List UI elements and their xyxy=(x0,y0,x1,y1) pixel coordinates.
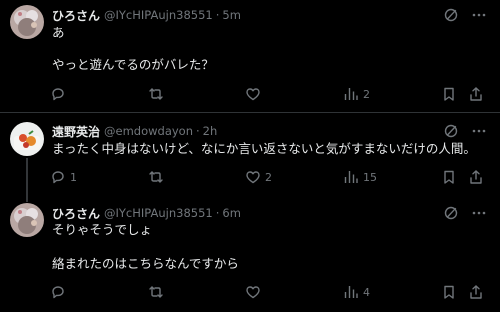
reply-count: 1 xyxy=(70,170,77,184)
share-button[interactable] xyxy=(468,284,484,300)
share-icon xyxy=(470,170,482,184)
avatar[interactable] xyxy=(10,203,44,237)
post-header: 遠野英治 @emdowdayon · 2h xyxy=(52,122,217,140)
post-time[interactable]: 5m xyxy=(222,8,241,22)
post-text-line: 絡まれたのはこちらなんですから xyxy=(52,256,239,271)
like-button[interactable]: 2 xyxy=(245,169,272,185)
author-handle[interactable]: @IYcHIPAujn38551 xyxy=(104,8,213,22)
views-count: 15 xyxy=(363,170,377,184)
share-button[interactable] xyxy=(468,169,484,185)
post-header: ひろさん @IYcHIPAujn38551 · 5m xyxy=(52,6,241,24)
like-icon xyxy=(246,88,260,101)
post-text-line: あ xyxy=(52,25,65,40)
post-3[interactable]: ひろさん @IYcHIPAujn38551 · 6m そりゃそうでしょ 絡まれた… xyxy=(0,201,500,312)
author-name[interactable]: ひろさん xyxy=(52,205,100,222)
post-text-line: まったく中身はないけど、なにか言い返さないと気がすまないだけの人間。 xyxy=(52,141,476,156)
like-count: 2 xyxy=(265,170,272,184)
bookmark-icon xyxy=(444,285,454,299)
separator-dot: · xyxy=(215,8,220,22)
post-2[interactable]: 遠野英治 @emdowdayon · 2h まったく中身はないけど、なにか言い返… xyxy=(0,113,500,201)
action-bar: 1 2 15 xyxy=(50,169,490,185)
reply-icon xyxy=(52,88,64,101)
views-icon xyxy=(344,88,358,100)
grok-icon[interactable] xyxy=(444,206,458,220)
views-button[interactable]: 15 xyxy=(343,169,377,185)
reply-icon xyxy=(52,286,64,299)
post-header: ひろさん @IYcHIPAujn38551 · 6m xyxy=(52,204,241,222)
views-button[interactable]: 2 xyxy=(343,86,370,102)
share-icon xyxy=(470,87,482,101)
retweet-button[interactable] xyxy=(148,86,168,102)
retweet-button[interactable] xyxy=(148,284,168,300)
author-handle[interactable]: @IYcHIPAujn38551 xyxy=(104,206,213,220)
grok-icon[interactable] xyxy=(444,124,458,138)
action-bar: 2 xyxy=(50,86,490,102)
separator-dot: · xyxy=(196,124,200,138)
post-text-line: やっと遊んでるのがバレた？ xyxy=(52,57,214,72)
like-button[interactable] xyxy=(245,284,265,300)
author-name[interactable]: 遠野英治 xyxy=(52,123,100,140)
bookmark-icon xyxy=(444,87,454,101)
bookmark-icon xyxy=(444,170,454,184)
reply-button[interactable] xyxy=(50,86,70,102)
avatar[interactable] xyxy=(10,122,44,156)
author-handle[interactable]: @emdowdayon xyxy=(104,124,193,138)
separator-dot: · xyxy=(215,206,220,220)
grok-icon[interactable] xyxy=(444,8,458,22)
like-icon xyxy=(246,286,260,299)
post-text-line: そりゃそうでしょ xyxy=(52,222,153,237)
like-button[interactable] xyxy=(245,86,265,102)
retweet-icon xyxy=(149,171,163,183)
views-count: 4 xyxy=(363,285,370,299)
avatar[interactable] xyxy=(10,5,44,39)
author-name[interactable]: ひろさん xyxy=(52,7,100,24)
retweet-icon xyxy=(149,286,163,298)
reply-button[interactable]: 1 xyxy=(50,169,77,185)
share-icon xyxy=(470,285,482,299)
like-icon xyxy=(246,171,260,184)
more-icon[interactable] xyxy=(471,124,487,138)
views-icon xyxy=(344,286,358,298)
retweet-button[interactable] xyxy=(148,169,168,185)
reply-button[interactable] xyxy=(50,284,70,300)
post-time[interactable]: 2h xyxy=(203,124,218,138)
share-button[interactable] xyxy=(468,86,484,102)
bookmark-button[interactable] xyxy=(441,169,457,185)
action-bar: 4 xyxy=(50,284,490,300)
more-icon[interactable] xyxy=(471,206,487,220)
reply-icon xyxy=(52,171,64,184)
more-icon[interactable] xyxy=(471,8,487,22)
views-count: 2 xyxy=(363,87,370,101)
retweet-icon xyxy=(149,88,163,100)
views-icon xyxy=(344,171,358,183)
views-button[interactable]: 4 xyxy=(343,284,370,300)
bookmark-button[interactable] xyxy=(441,86,457,102)
post-time[interactable]: 6m xyxy=(222,206,241,220)
bookmark-button[interactable] xyxy=(441,284,457,300)
post-1[interactable]: ひろさん @IYcHIPAujn38551 · 5m あ やっと遊んでるのがバレ… xyxy=(0,0,500,112)
